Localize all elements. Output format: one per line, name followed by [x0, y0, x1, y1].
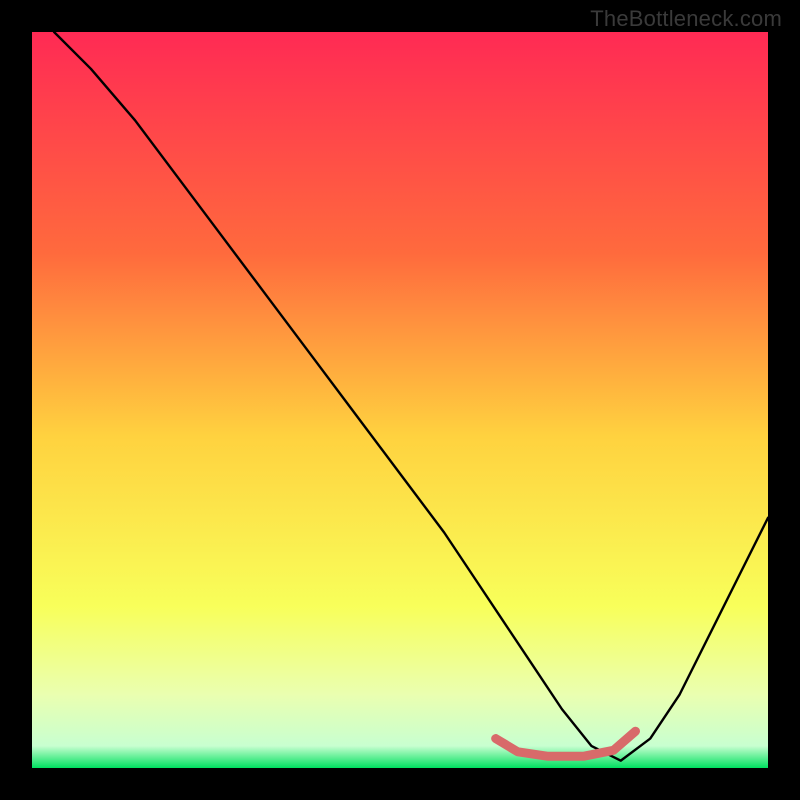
chart-container: TheBottleneck.com: [0, 0, 800, 800]
gradient-background: [32, 32, 768, 768]
chart-svg: [32, 32, 768, 768]
watermark-text: TheBottleneck.com: [590, 6, 782, 32]
plot-area: [32, 32, 768, 768]
